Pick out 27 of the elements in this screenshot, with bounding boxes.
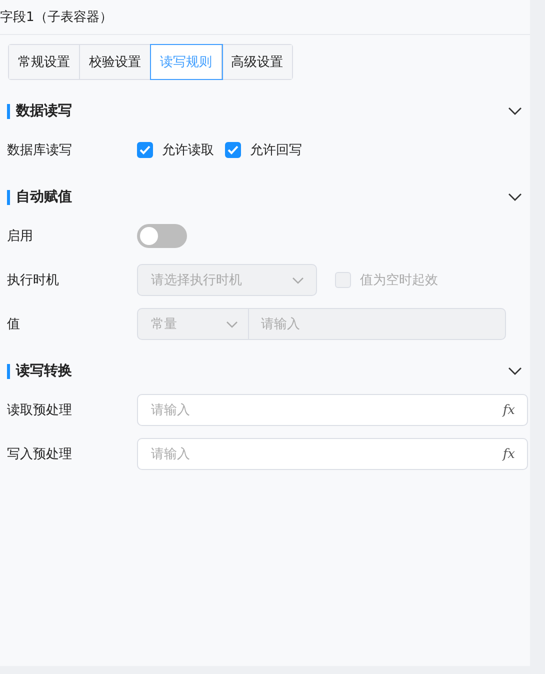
- checkbox-label: 值为空时起效: [360, 272, 438, 289]
- input-field[interactable]: 请输入 fx: [137, 394, 528, 426]
- tab[interactable]: 常规设置: [9, 45, 80, 79]
- section-marker: [7, 104, 10, 118]
- field-label: 读取预处理: [6, 402, 73, 419]
- section-marker: [7, 364, 10, 378]
- checkbox[interactable]: [137, 142, 153, 158]
- chevron-icon[interactable]: [508, 107, 522, 115]
- toggle-switch[interactable]: [137, 224, 187, 248]
- section-title: 数据读写: [16, 102, 73, 120]
- checkbox-label: 允许回写: [250, 142, 302, 159]
- panel-title: 字段1（子表容器）: [0, 9, 112, 26]
- chevron-icon[interactable]: [508, 193, 522, 201]
- chevron-icon[interactable]: [508, 367, 522, 375]
- field-label: 值: [6, 316, 21, 333]
- section-title: 自动赋值: [16, 188, 73, 206]
- caret-icon: [292, 276, 304, 284]
- field-label: 数据库读写: [6, 142, 73, 159]
- field-label: 执行时机: [6, 272, 60, 289]
- field-label: 启用: [6, 228, 34, 245]
- caret-icon: [226, 320, 238, 328]
- checkbox-label: 允许读取: [162, 142, 214, 159]
- section-title: 读写转换: [16, 362, 73, 380]
- section-marker: [7, 190, 10, 204]
- field-label: 写入预处理: [6, 446, 73, 463]
- checkbox[interactable]: [225, 142, 241, 158]
- input-field[interactable]: 请输入 fx: [137, 438, 528, 470]
